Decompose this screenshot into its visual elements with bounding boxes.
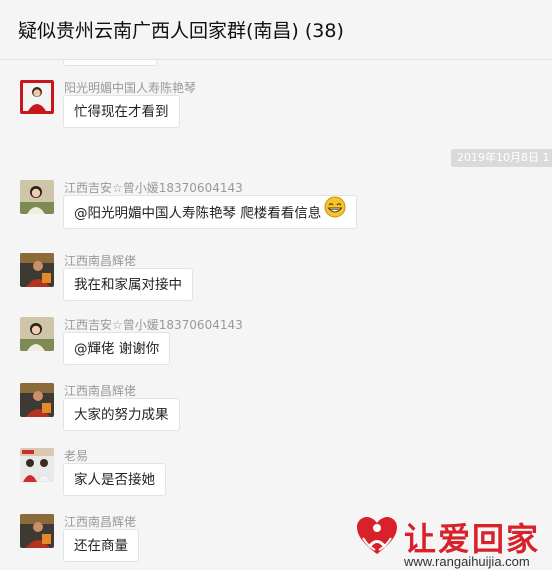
grinning-emoji-icon (324, 196, 346, 231)
avatar[interactable] (20, 514, 54, 548)
message-item: 江西吉安☆曾小媛18370604143 @輝佬 谢谢你 (0, 317, 552, 377)
sender-name: 阳光明媚中国人寿陈艳琴 (64, 81, 197, 95)
message-bubble[interactable]: 还在商量 (63, 529, 139, 562)
message-text: @輝佬 谢谢你 (74, 341, 160, 357)
message-bubble[interactable]: 家人是否接她 (63, 463, 166, 496)
watermark-url: www.rangaihuijia.com (404, 554, 530, 569)
message-bubble[interactable]: 忙得现在才看到 (63, 95, 180, 128)
sender-name: 江西南昌辉佬 (64, 384, 137, 398)
sender-name: 老易 (64, 449, 89, 463)
message-text: @阳光明媚中国人寿陈艳琴 爬楼看看信息 (74, 205, 322, 222)
previous-message-bubble (63, 60, 157, 66)
message-text: 大家的努力成果 (74, 407, 169, 423)
message-item: 江西南昌辉佬 我在和家属对接中 (0, 253, 552, 313)
avatar[interactable] (20, 317, 54, 351)
avatar[interactable] (20, 180, 54, 214)
message-text: 还在商量 (74, 538, 128, 554)
message-item: 老易 家人是否接她 (0, 448, 552, 508)
sender-name: 江西南昌辉佬 (64, 254, 137, 268)
message-text: 我在和家属对接中 (74, 277, 182, 293)
sender-name: 江西吉安☆曾小媛18370604143 (64, 181, 243, 195)
avatar[interactable] (20, 253, 54, 287)
avatar[interactable] (20, 383, 54, 417)
sender-name: 江西南昌辉佬 (64, 515, 137, 529)
message-text: 忙得现在才看到 (74, 104, 169, 120)
watermark-logo: 让爱回家 www.rangaihuijia.com (352, 512, 552, 570)
message-item: 江西吉安☆曾小媛18370604143 @阳光明媚中国人寿陈艳琴 爬楼看看信息 (0, 180, 552, 240)
chat-title: 疑似贵州云南广西人回家群(南昌) (38) (18, 20, 344, 42)
heart-hands-icon (354, 514, 400, 564)
avatar[interactable] (20, 80, 54, 114)
message-bubble[interactable]: 我在和家属对接中 (63, 268, 193, 301)
timestamp-label: 2019年10月8日 1 (451, 149, 552, 167)
message-text: 家人是否接她 (74, 472, 155, 488)
message-bubble[interactable]: 大家的努力成果 (63, 398, 180, 431)
message-item: 江西南昌辉佬 大家的努力成果 (0, 383, 552, 443)
avatar[interactable] (20, 448, 54, 482)
message-bubble[interactable]: @阳光明媚中国人寿陈艳琴 爬楼看看信息 (63, 195, 358, 231)
message-bubble[interactable]: @輝佬 谢谢你 (63, 332, 171, 365)
chat-header: 疑似贵州云南广西人回家群(南昌) (38) (0, 0, 552, 60)
chat-message-list[interactable]: 阳光明媚中国人寿陈艳琴 忙得现在才看到 2019年10月8日 1 江西吉安☆曾小… (0, 60, 552, 570)
sender-name: 江西吉安☆曾小媛18370604143 (64, 318, 243, 332)
message-item: 阳光明媚中国人寿陈艳琴 忙得现在才看到 (0, 80, 552, 140)
